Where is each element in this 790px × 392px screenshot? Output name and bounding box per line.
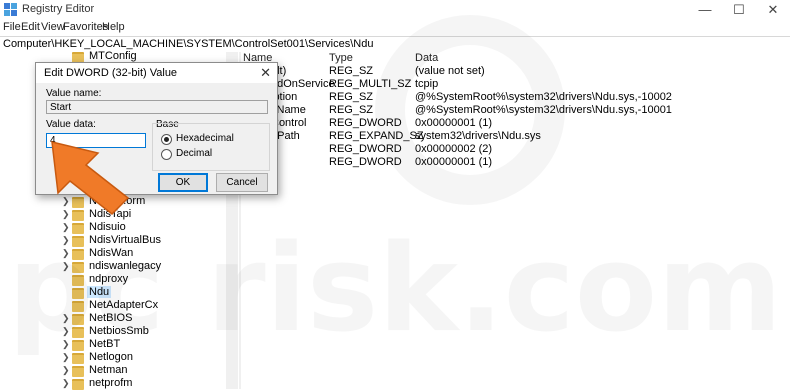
value-row-data: 0x00000002 (2) [415, 143, 493, 155]
tree-item-label[interactable]: netprofm [89, 377, 132, 389]
value-row-data: tcpip [415, 78, 439, 90]
tree-item-label[interactable]: NetAdapterCx [89, 299, 158, 311]
folder-icon [72, 327, 84, 338]
tree-item-label[interactable]: NdisVirtualBus [89, 234, 161, 246]
decimal-label[interactable]: Decimal [176, 148, 212, 159]
chevron-right-icon[interactable]: ❯ [62, 261, 70, 272]
tree-item-label[interactable]: NdisTapi [89, 208, 131, 220]
tree-item-label[interactable]: Ndisuio [89, 221, 126, 233]
chevron-right-icon[interactable]: ❯ [62, 352, 70, 363]
chevron-right-icon[interactable]: ❯ [62, 326, 70, 337]
value-row-data: @%SystemRoot%\system32\drivers\Ndu.sys,-… [415, 104, 672, 116]
registry-editor-icon [4, 3, 17, 16]
chevron-right-icon[interactable]: ❯ [62, 196, 70, 207]
value-row-data: @%SystemRoot%\system32\drivers\Ndu.sys,-… [415, 91, 672, 103]
value-row-data: 0x00000001 (1) [415, 156, 493, 168]
folder-icon [72, 314, 84, 325]
chevron-right-icon[interactable]: ❯ [62, 248, 70, 259]
tree-item-label[interactable]: Ndu [87, 286, 112, 298]
chevron-right-icon[interactable]: ❯ [62, 209, 70, 220]
folder-icon [72, 366, 84, 377]
menu-help[interactable]: Help [102, 21, 125, 33]
folder-icon [72, 353, 84, 364]
edit-dword-dialog: Edit DWORD (32-bit) Value ✕ Value name: … [35, 62, 278, 195]
maximize-button[interactable]: ☐ [722, 0, 756, 20]
menu-view[interactable]: View [41, 21, 65, 33]
folder-icon [72, 210, 84, 221]
dialog-title-bar[interactable]: Edit DWORD (32-bit) Value ✕ [36, 63, 277, 83]
tree-item-label[interactable]: NetBIOS [89, 312, 132, 324]
menu-bar: File Edit View Favorites Help [0, 20, 790, 35]
address-path[interactable]: Computer\HKEY_LOCAL_MACHINE\SYSTEM\Contr… [3, 38, 373, 50]
folder-icon [72, 262, 84, 273]
tree-item-label[interactable]: ndiswanlegacy [89, 260, 161, 272]
value-row-name[interactable]: ndOnService [271, 78, 335, 91]
tree-item-label[interactable]: NetBT [89, 338, 120, 350]
base-group: Hexadecimal Decimal [152, 123, 270, 171]
minimize-button[interactable]: — [688, 0, 722, 20]
decimal-radio[interactable] [161, 149, 172, 160]
cancel-button[interactable]: Cancel [216, 173, 268, 192]
value-row-data: 0x00000001 (1) [415, 117, 493, 129]
folder-icon [72, 275, 84, 286]
tree-item-label[interactable]: Ndisu...orm [89, 195, 145, 207]
value-name-label: Value name: [46, 88, 102, 99]
folder-icon [72, 236, 84, 247]
folder-icon [72, 379, 84, 390]
chevron-right-icon[interactable]: ❯ [62, 235, 70, 246]
tree-item-label[interactable]: Netlogon [89, 351, 133, 363]
dialog-close-button[interactable]: ✕ [260, 65, 271, 81]
value-data-label: Value data: [46, 119, 96, 130]
ok-button[interactable]: OK [158, 173, 208, 192]
chevron-right-icon[interactable]: ❯ [62, 339, 70, 350]
value-row-type: REG_EXPAND_SZ [329, 130, 424, 142]
value-row-data: (value not set) [415, 65, 485, 77]
title-bar: Registry Editor — ☐ ✕ [0, 0, 790, 20]
hexadecimal-label[interactable]: Hexadecimal [176, 133, 234, 144]
window-title: Registry Editor [22, 3, 95, 15]
tree-item-label[interactable]: Netman [89, 364, 128, 376]
tree-item-label[interactable]: ndproxy [89, 273, 128, 285]
folder-icon [72, 301, 84, 312]
value-row-type: REG_DWORD [329, 156, 402, 168]
menu-file[interactable]: File [3, 21, 21, 33]
folder-icon [72, 223, 84, 234]
value-row-type: REG_MULTI_SZ [329, 78, 412, 90]
chevron-right-icon[interactable]: ❯ [62, 313, 70, 324]
folder-icon [72, 197, 84, 208]
tree-item-label[interactable]: NetbiosSmb [89, 325, 149, 337]
value-row-type: REG_SZ [329, 91, 374, 103]
close-button[interactable]: ✕ [756, 0, 790, 20]
tree-item-label[interactable]: NdisWan [89, 247, 133, 259]
column-header-data[interactable]: Data [415, 52, 438, 64]
folder-icon [72, 288, 84, 299]
value-row-data: system32\drivers\Ndu.sys [415, 130, 541, 142]
value-row-type: REG_DWORD [329, 117, 402, 129]
folder-icon [72, 249, 84, 260]
dialog-title: Edit DWORD (32-bit) Value [44, 67, 178, 79]
column-header-type[interactable]: Type [329, 52, 353, 64]
chevron-right-icon[interactable]: ❯ [62, 378, 70, 389]
value-row-type: REG_DWORD [329, 143, 402, 155]
value-list[interactable]: Name Type Data ult) REG_SZ (value not se… [241, 52, 790, 389]
folder-icon [72, 340, 84, 351]
tree-item-label[interactable]: MTConfig [89, 50, 137, 62]
chevron-right-icon[interactable]: ❯ [62, 365, 70, 376]
value-data-input[interactable]: 4 [46, 133, 146, 148]
menu-edit[interactable]: Edit [21, 21, 40, 33]
value-row-type: REG_SZ [329, 65, 374, 77]
value-name-field: Start [46, 100, 268, 114]
hexadecimal-radio[interactable] [161, 134, 172, 145]
value-row-type: REG_SZ [329, 104, 374, 116]
chevron-right-icon[interactable]: ❯ [62, 222, 70, 233]
